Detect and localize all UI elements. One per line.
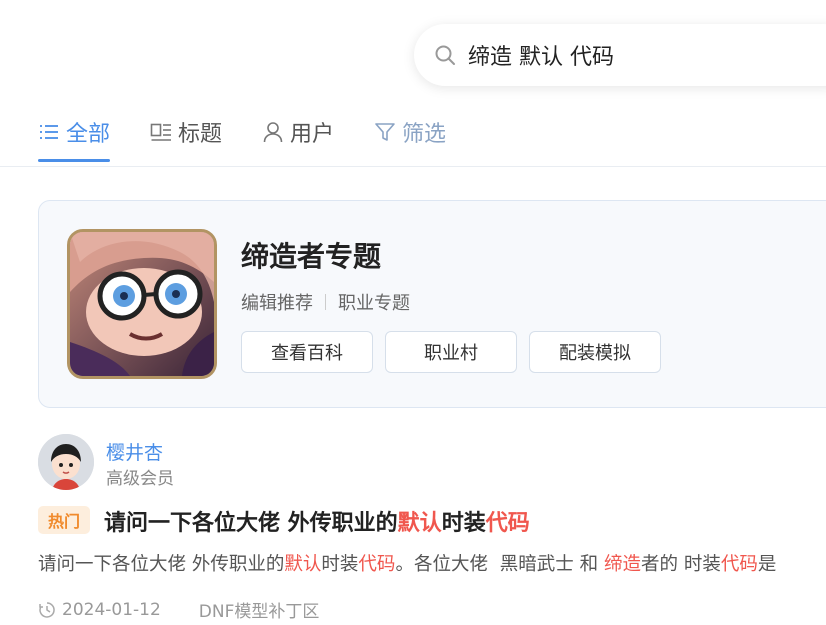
gear-simulator-button[interactable]: 配装模拟 [529,331,661,373]
topic-tag: 编辑推荐 [241,293,313,314]
author-rank: 高级会员 [106,469,174,489]
tab-user[interactable]: 用户 [262,104,334,160]
view-wiki-button[interactable]: 查看百科 [241,331,373,373]
excerpt-text: 是 [757,554,777,575]
user-icon [262,121,284,143]
hot-badge: 热门 [38,506,90,534]
clock-icon [38,601,56,619]
search-icon [434,44,456,66]
result-tabs: 全部 标题 用户 筛选 [38,104,486,166]
post-title[interactable]: 请问一下各位大佬 外传职业的默认时装代码 [104,505,530,537]
tab-title-label: 标题 [178,122,223,147]
topic-card[interactable]: 缔造者专题 编辑推荐 职业专题 查看百科 职业村 配装模拟 [38,200,826,408]
tab-user-label: 用户 [290,122,335,147]
excerpt-text: 请问一下各位大佬 外传职业的 [38,554,285,575]
tab-filter-label: 筛选 [402,122,447,147]
search-bar[interactable]: 缔造 默认 代码 [414,24,826,86]
post-meta: 2024-01-12 DNF模型补丁区 [38,597,319,622]
post-date: 2024-01-12 [62,599,161,620]
tab-all-label: 全部 [66,122,111,147]
author-name[interactable]: 樱井杏 [106,438,163,465]
topic-cover-image[interactable] [67,229,217,379]
excerpt-text: 者的 时装 [640,554,721,575]
post-category[interactable]: DNF模型补丁区 [199,597,320,622]
tabs-divider [0,166,826,167]
excerpt-highlight: 代码 [358,554,396,575]
excerpt-text: 时装 [321,554,359,575]
topic-tag: 职业专题 [338,293,410,314]
class-village-button[interactable]: 职业村 [385,331,517,373]
topic-title: 缔造者专题 [241,240,382,273]
tab-filter[interactable]: 筛选 [374,104,446,160]
excerpt-text: 。各位大佬 黑暗武士 和 [395,554,604,575]
excerpt-highlight: 缔造 [603,554,641,575]
excerpt-highlight: 默认 [284,554,322,575]
post-title-text: 请问一下各位大佬 外传职业的 [104,511,398,536]
post-title-highlight: 代码 [485,511,530,536]
post-title-text: 时装 [441,511,486,536]
topic-tags: 编辑推荐 职业专题 [241,289,410,315]
list-icon [38,121,60,143]
search-input[interactable]: 缔造 默认 代码 [468,39,614,71]
filter-icon [374,121,396,143]
post-title-highlight: 默认 [397,511,442,536]
topic-buttons: 查看百科 职业村 配装模拟 [241,331,673,373]
title-icon [150,121,172,143]
tab-all[interactable]: 全部 [38,104,111,162]
post-excerpt[interactable]: 请问一下各位大佬 外传职业的默认时装代码。各位大佬 黑暗武士 和 缔造者的 时装… [38,550,826,576]
excerpt-highlight: 代码 [720,554,758,575]
tag-separator [325,294,326,310]
tab-title[interactable]: 标题 [150,104,222,160]
avatar[interactable] [38,434,94,490]
